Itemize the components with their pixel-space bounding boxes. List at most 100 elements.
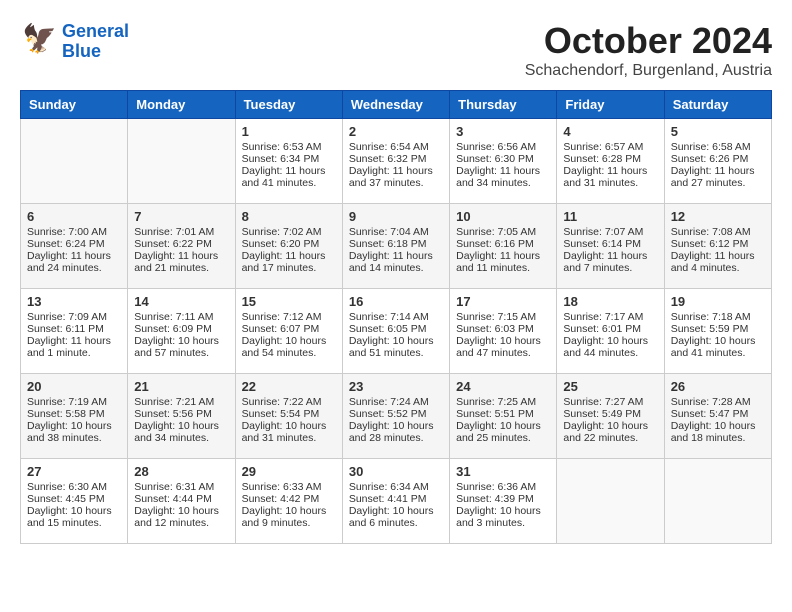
logo-icon: 🦅: [20, 20, 58, 58]
week-row-1: 1Sunrise: 6:53 AMSunset: 6:34 PMDaylight…: [21, 119, 772, 204]
day-number: 16: [349, 294, 443, 309]
day-info: Daylight: 10 hours: [563, 335, 657, 347]
day-info: Sunrise: 7:28 AM: [671, 396, 765, 408]
calendar-cell: 9Sunrise: 7:04 AMSunset: 6:18 PMDaylight…: [342, 204, 449, 289]
week-row-4: 20Sunrise: 7:19 AMSunset: 5:58 PMDayligh…: [21, 374, 772, 459]
day-info: Sunrise: 6:56 AM: [456, 141, 550, 153]
day-info: Sunrise: 7:01 AM: [134, 226, 228, 238]
day-info: Daylight: 10 hours: [456, 505, 550, 517]
calendar-cell: 2Sunrise: 6:54 AMSunset: 6:32 PMDaylight…: [342, 119, 449, 204]
day-info: and 15 minutes.: [27, 517, 121, 529]
day-number: 24: [456, 379, 550, 394]
day-number: 21: [134, 379, 228, 394]
day-info: Daylight: 10 hours: [671, 335, 765, 347]
day-number: 20: [27, 379, 121, 394]
day-number: 30: [349, 464, 443, 479]
day-info: Sunrise: 7:00 AM: [27, 226, 121, 238]
calendar-cell: 19Sunrise: 7:18 AMSunset: 5:59 PMDayligh…: [664, 289, 771, 374]
calendar-cell: 12Sunrise: 7:08 AMSunset: 6:12 PMDayligh…: [664, 204, 771, 289]
day-info: Sunset: 6:11 PM: [27, 323, 121, 335]
day-info: Sunset: 6:12 PM: [671, 238, 765, 250]
day-info: Daylight: 10 hours: [27, 420, 121, 432]
day-number: 2: [349, 124, 443, 139]
day-number: 18: [563, 294, 657, 309]
day-number: 5: [671, 124, 765, 139]
logo-text: General Blue: [62, 22, 129, 62]
day-number: 25: [563, 379, 657, 394]
day-info: and 44 minutes.: [563, 347, 657, 359]
day-header-friday: Friday: [557, 91, 664, 119]
day-info: Daylight: 11 hours: [456, 250, 550, 262]
day-info: Sunset: 5:54 PM: [242, 408, 336, 420]
day-info: and 31 minutes.: [242, 432, 336, 444]
calendar-cell: 26Sunrise: 7:28 AMSunset: 5:47 PMDayligh…: [664, 374, 771, 459]
calendar-cell: 31Sunrise: 6:36 AMSunset: 4:39 PMDayligh…: [450, 459, 557, 544]
calendar-cell: 21Sunrise: 7:21 AMSunset: 5:56 PMDayligh…: [128, 374, 235, 459]
day-number: 4: [563, 124, 657, 139]
day-info: Sunset: 6:09 PM: [134, 323, 228, 335]
day-info: Daylight: 10 hours: [671, 420, 765, 432]
day-info: Daylight: 10 hours: [134, 335, 228, 347]
day-info: Daylight: 11 hours: [242, 250, 336, 262]
calendar-cell: 24Sunrise: 7:25 AMSunset: 5:51 PMDayligh…: [450, 374, 557, 459]
day-info: Sunset: 6:22 PM: [134, 238, 228, 250]
day-info: Sunrise: 6:36 AM: [456, 481, 550, 493]
calendar-cell: [664, 459, 771, 544]
calendar-cell: 29Sunrise: 6:33 AMSunset: 4:42 PMDayligh…: [235, 459, 342, 544]
day-info: and 6 minutes.: [349, 517, 443, 529]
day-info: Sunset: 6:01 PM: [563, 323, 657, 335]
day-info: Sunrise: 7:05 AM: [456, 226, 550, 238]
day-info: and 41 minutes.: [242, 177, 336, 189]
day-info: Daylight: 11 hours: [671, 250, 765, 262]
day-number: 10: [456, 209, 550, 224]
day-info: Sunset: 5:51 PM: [456, 408, 550, 420]
day-info: and 3 minutes.: [456, 517, 550, 529]
day-info: and 31 minutes.: [563, 177, 657, 189]
calendar-table: SundayMondayTuesdayWednesdayThursdayFrid…: [20, 90, 772, 544]
day-info: Sunrise: 7:09 AM: [27, 311, 121, 323]
day-info: Daylight: 10 hours: [27, 505, 121, 517]
day-number: 7: [134, 209, 228, 224]
day-info: Daylight: 10 hours: [456, 335, 550, 347]
day-info: Sunset: 6:03 PM: [456, 323, 550, 335]
day-info: Sunset: 6:14 PM: [563, 238, 657, 250]
day-info: Sunset: 6:26 PM: [671, 153, 765, 165]
day-info: Sunset: 6:05 PM: [349, 323, 443, 335]
day-info: Sunrise: 7:22 AM: [242, 396, 336, 408]
calendar-cell: 8Sunrise: 7:02 AMSunset: 6:20 PMDaylight…: [235, 204, 342, 289]
day-info: Daylight: 11 hours: [671, 165, 765, 177]
location-subtitle: Schachendorf, Burgenland, Austria: [525, 62, 772, 80]
day-header-monday: Monday: [128, 91, 235, 119]
day-info: Sunrise: 7:07 AM: [563, 226, 657, 238]
day-info: Daylight: 10 hours: [456, 420, 550, 432]
calendar-cell: 28Sunrise: 6:31 AMSunset: 4:44 PMDayligh…: [128, 459, 235, 544]
logo-general: General: [62, 21, 129, 41]
day-info: Sunset: 5:49 PM: [563, 408, 657, 420]
day-info: and 34 minutes.: [456, 177, 550, 189]
week-row-5: 27Sunrise: 6:30 AMSunset: 4:45 PMDayligh…: [21, 459, 772, 544]
calendar-cell: 30Sunrise: 6:34 AMSunset: 4:41 PMDayligh…: [342, 459, 449, 544]
day-info: and 27 minutes.: [671, 177, 765, 189]
calendar-cell: 20Sunrise: 7:19 AMSunset: 5:58 PMDayligh…: [21, 374, 128, 459]
day-info: Daylight: 10 hours: [349, 505, 443, 517]
day-info: Daylight: 11 hours: [242, 165, 336, 177]
day-info: Sunset: 6:16 PM: [456, 238, 550, 250]
day-info: and 12 minutes.: [134, 517, 228, 529]
day-info: Sunset: 4:41 PM: [349, 493, 443, 505]
day-number: 19: [671, 294, 765, 309]
day-number: 3: [456, 124, 550, 139]
day-number: 11: [563, 209, 657, 224]
day-info: Daylight: 11 hours: [134, 250, 228, 262]
calendar-cell: 11Sunrise: 7:07 AMSunset: 6:14 PMDayligh…: [557, 204, 664, 289]
day-number: 22: [242, 379, 336, 394]
calendar-body: 1Sunrise: 6:53 AMSunset: 6:34 PMDaylight…: [21, 119, 772, 544]
day-info: Sunrise: 7:14 AM: [349, 311, 443, 323]
day-info: Sunset: 6:30 PM: [456, 153, 550, 165]
title-block: October 2024 Schachendorf, Burgenland, A…: [525, 20, 772, 80]
day-info: Sunset: 4:42 PM: [242, 493, 336, 505]
day-info: and 47 minutes.: [456, 347, 550, 359]
day-info: Sunrise: 7:02 AM: [242, 226, 336, 238]
day-number: 6: [27, 209, 121, 224]
day-info: Sunset: 6:24 PM: [27, 238, 121, 250]
day-info: Sunset: 5:47 PM: [671, 408, 765, 420]
